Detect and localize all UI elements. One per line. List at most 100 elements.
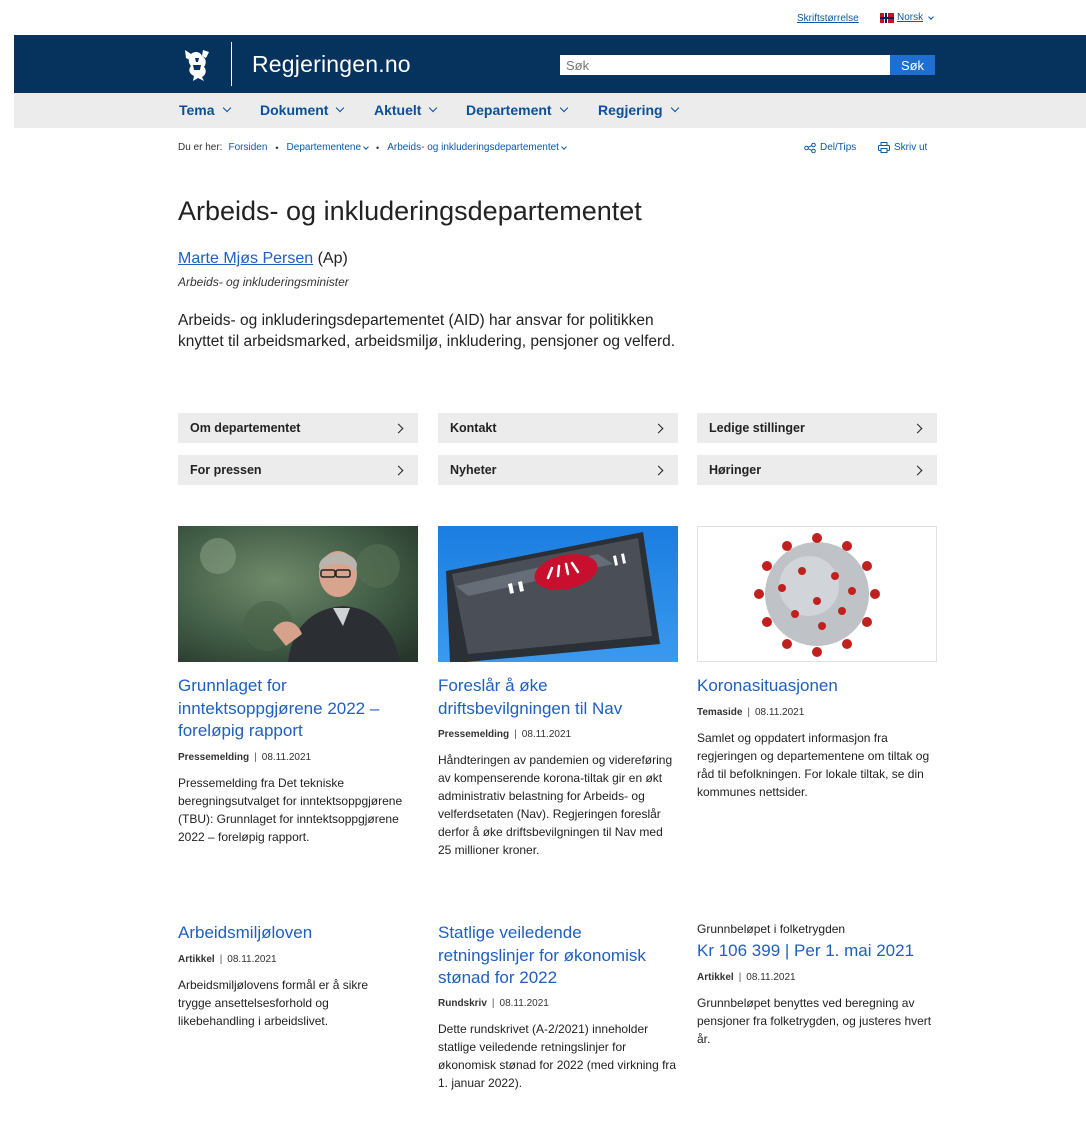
chevron-right-icon [912, 465, 923, 475]
minister-party: (Ap) [313, 250, 348, 267]
meta-divider: | [219, 954, 223, 965]
nav-label: Regjering [598, 102, 663, 118]
card-image-minister-photo[interactable] [178, 526, 418, 662]
breadcrumb-separator: • [275, 142, 279, 153]
card-type: Artikkel [697, 972, 734, 983]
card-date: 08.11.2021 [499, 998, 549, 1009]
card-type: Pressemelding [438, 729, 510, 740]
minister-line: Marte Mjøs Persen (Ap) [178, 250, 348, 268]
quicklink-kontakt[interactable]: Kontakt [438, 413, 678, 443]
card-type: Temaside [697, 707, 743, 718]
nav-label: Dokument [260, 102, 329, 118]
breadcrumb-label: Departementene [286, 142, 362, 153]
nav-item-departement[interactable]: Departement [466, 102, 568, 118]
chevron-down-icon [670, 103, 679, 113]
card-meta: Temaside | 08.11.2021 [697, 707, 804, 718]
chevron-right-icon [653, 465, 664, 475]
quicklink-ledige-stillinger[interactable]: Ledige stillinger [697, 413, 937, 443]
nav-item-regjering[interactable]: Regjering [598, 102, 679, 118]
breadcrumb-current[interactable]: Arbeids- og inkluderingsdepartementet [387, 142, 567, 153]
meta-divider: | [747, 707, 750, 718]
language-selector[interactable]: Norsk [880, 12, 934, 23]
card-text: Grunnbeløpet benyttes ved beregning av p… [697, 996, 932, 1046]
nav-label: Tema [179, 102, 215, 118]
printer-icon [878, 142, 890, 153]
card-image-virus[interactable] [697, 526, 937, 662]
chevron-down-icon [222, 103, 231, 113]
search-button[interactable]: Søk [890, 55, 935, 75]
chevron-down-icon [928, 13, 934, 20]
quicklink-label: Høringer [709, 463, 762, 477]
meta-divider: | [491, 998, 495, 1009]
card-type: Rundskriv [438, 998, 487, 1009]
card-meta: Pressemelding | 08.11.2021 [438, 729, 571, 740]
card-date: 08.11.2021 [521, 729, 572, 740]
chevron-down-icon [429, 103, 438, 113]
site-header: Regjeringen.no Søk [14, 35, 1086, 93]
card-meta: Artikkel | 08.11.2021 [178, 954, 277, 965]
breadcrumb-departments[interactable]: Departementene [287, 142, 369, 153]
quicklink-nyheter[interactable]: Nyheter [438, 455, 678, 485]
card-text: Pressemelding fra Det tekniske beregning… [178, 776, 403, 844]
card-meta: Artikkel | 08.11.2021 [697, 972, 796, 983]
quicklink-om-departementet[interactable]: Om departementet [178, 413, 418, 443]
share-link[interactable]: Del/Tips [804, 142, 856, 153]
main-nav: Tema Dokument Aktuelt Departement Regjer… [14, 93, 1086, 128]
nav-item-dokument[interactable]: Dokument [260, 102, 345, 118]
print-label: Skriv ut [894, 142, 928, 153]
page-title: Arbeids- og inkluderingsdepartementet [178, 196, 642, 226]
card-title[interactable]: Koronasituasjonen [697, 675, 937, 698]
search-input[interactable] [560, 55, 890, 75]
quicklink-label: Ledige stillinger [709, 421, 805, 435]
breadcrumb-prefix: Du er her: [178, 142, 223, 153]
site-name[interactable]: Regjeringen.no [252, 51, 411, 78]
intro-text: Arbeids- og inkluderingsdepartementet (A… [178, 312, 676, 350]
share-icon [804, 142, 816, 153]
quicklink-label: Om departementet [190, 421, 301, 435]
breadcrumb-label: Arbeids- og inkluderingsdepartementet [387, 142, 559, 153]
minister-link[interactable]: Marte Mjøs Persen [178, 250, 313, 267]
quicklink-horinger[interactable]: Høringer [697, 455, 937, 485]
quicklink-for-pressen[interactable]: For pressen [178, 455, 418, 485]
print-link[interactable]: Skriv ut [878, 142, 927, 153]
nav-label: Departement [466, 102, 552, 118]
card-image-nav-sign[interactable] [438, 526, 678, 662]
card-meta: Pressemelding | 08.11.2021 [178, 752, 311, 763]
nav-item-tema[interactable]: Tema [179, 102, 231, 118]
language-label: Norsk [897, 12, 924, 23]
utility-bar: Skriftstørrelse Norsk [0, 0, 1086, 35]
chevron-down-icon [363, 143, 369, 150]
chevron-right-icon [912, 423, 923, 433]
meta-divider: | [514, 729, 517, 740]
chevron-right-icon [393, 423, 404, 433]
chevron-down-icon [559, 103, 568, 113]
card-title[interactable]: Grunnlaget for inntektsoppgjørene 2022 –… [178, 675, 418, 743]
card-date: 08.11.2021 [746, 972, 796, 983]
chevron-right-icon [393, 465, 404, 475]
card-text: Dette rundskrivet (A-2/2021) inneholder … [438, 1022, 677, 1090]
meta-divider: | [254, 752, 257, 763]
nav-item-aktuelt[interactable]: Aktuelt [374, 102, 438, 118]
card-date: 08.11.2021 [227, 954, 277, 965]
breadcrumb: Du er her: Forsiden • Departementene • A… [178, 142, 567, 153]
card-title[interactable]: Kr 106 399 | Per 1. mai 2021 [697, 940, 937, 963]
card-title[interactable]: Statlige veiledende retningslinjer for ø… [438, 922, 678, 990]
card-meta: Rundskriv | 08.11.2021 [438, 998, 549, 1009]
meta-divider: | [738, 972, 742, 983]
breadcrumb-separator: • [376, 142, 380, 153]
card-title[interactable]: Foreslår å øke driftsbevilgningen til Na… [438, 675, 678, 720]
quicklink-label: For pressen [190, 463, 262, 477]
chevron-right-icon [653, 423, 664, 433]
card-text: Håndteringen av pandemien og videreførin… [438, 753, 673, 857]
font-size-link[interactable]: Skriftstørrelse [797, 13, 859, 24]
card-title[interactable]: Arbeidsmiljøloven [178, 922, 418, 945]
royal-lion-icon[interactable] [182, 48, 212, 82]
nav-label: Aktuelt [374, 102, 422, 118]
chevron-down-icon [561, 143, 567, 150]
card-text: Samlet og oppdatert informasjon fra regj… [697, 731, 930, 799]
norway-flag-icon [880, 12, 894, 23]
card-date: 08.11.2021 [261, 752, 312, 763]
card-kicker: Grunnbeløpet i folketrygden [697, 922, 846, 936]
breadcrumb-home[interactable]: Forsiden [228, 142, 267, 153]
card-text: Arbeidsmiljølovens formål er å sikre try… [178, 978, 369, 1028]
